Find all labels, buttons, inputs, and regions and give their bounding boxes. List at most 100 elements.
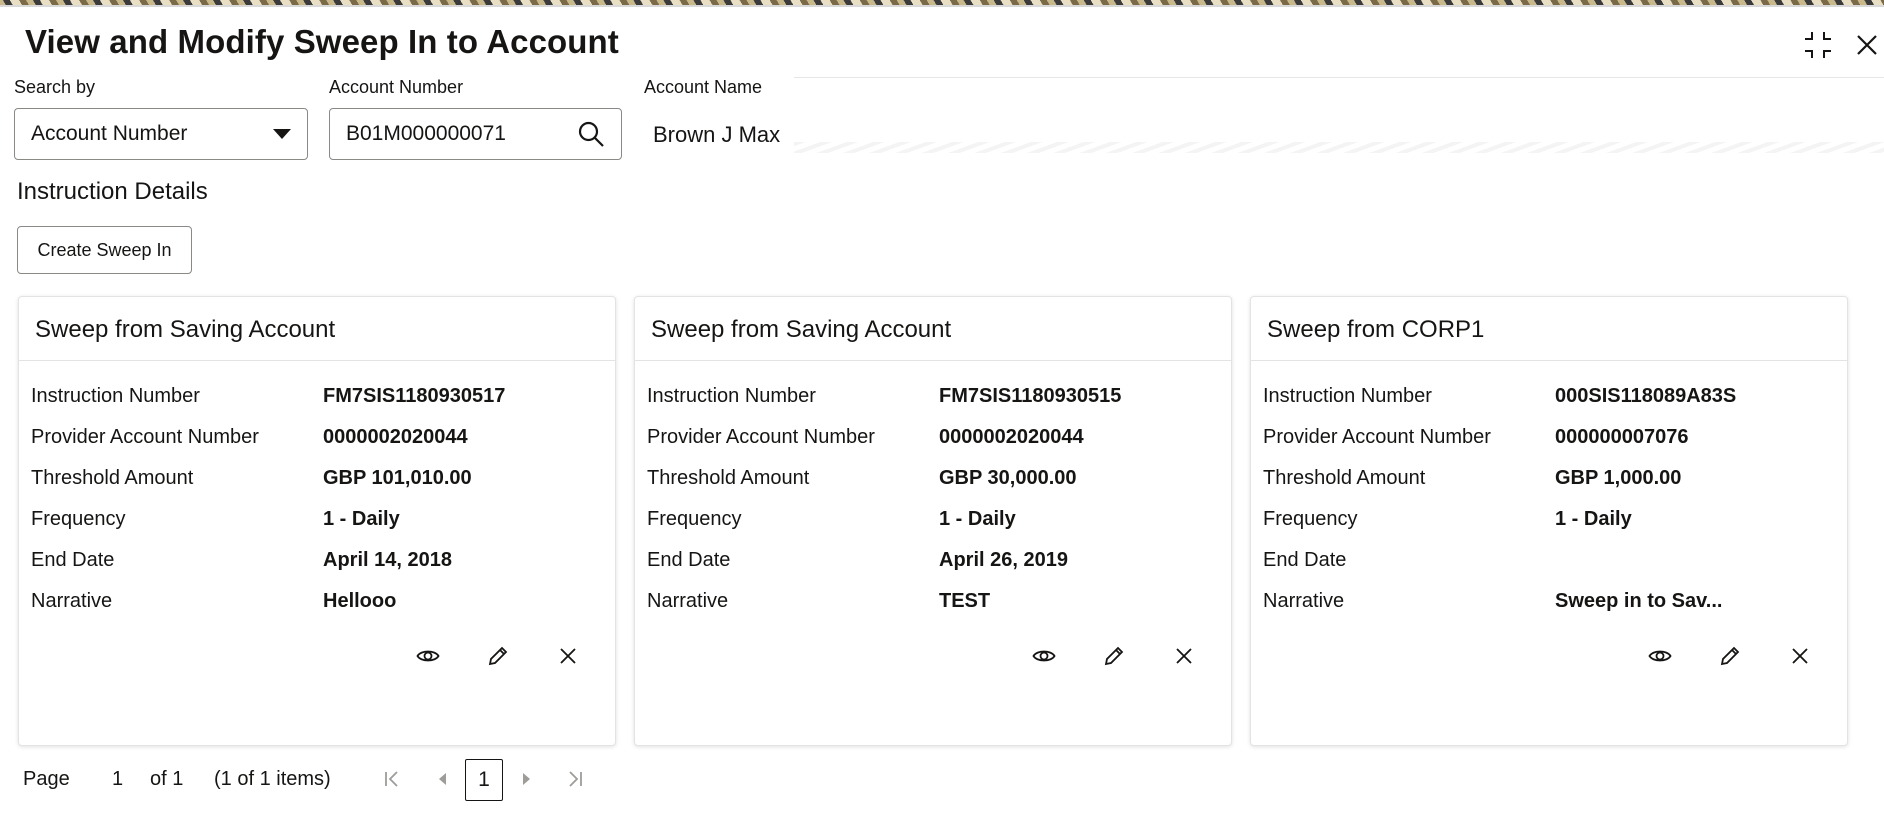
close-icon[interactable]	[1785, 641, 1815, 671]
pagination-bar: Page 1 of 1 (1 of 1 items) 1	[0, 757, 800, 803]
card-actions	[19, 641, 617, 671]
search-by-select[interactable]: Account Number	[14, 108, 308, 160]
provider-account-row: Provider Account Number 0000002020044	[31, 426, 601, 456]
items-count-label: (1 of 1 items)	[214, 768, 331, 790]
frequency-value: 1 - Daily	[1555, 508, 1632, 530]
account-number-input[interactable]: B01M000000071	[329, 108, 622, 160]
search-icon[interactable]	[577, 120, 605, 148]
eye-icon[interactable]	[1029, 641, 1059, 671]
frequency-value: 1 - Daily	[939, 508, 1016, 530]
previous-page-icon[interactable]	[428, 765, 456, 793]
narrative-value: Hellooo	[323, 590, 397, 612]
frequency-row: Frequency 1 - Daily	[647, 508, 1217, 538]
card-actions	[1251, 641, 1849, 671]
provider-account-value: 000000007076	[1555, 426, 1689, 448]
last-page-icon[interactable]	[561, 765, 589, 793]
page-of-label: of 1	[150, 768, 184, 790]
card-title: Sweep from Saving Account	[651, 316, 952, 343]
narrative-value: Sweep in to Sav...	[1555, 590, 1723, 612]
narrative-label: Narrative	[31, 590, 113, 612]
threshold-amount-label: Threshold Amount	[31, 467, 194, 489]
account-name-value: Brown J Max	[653, 122, 781, 147]
narrative-row: Narrative Sweep in to Sav...	[1263, 590, 1833, 620]
top-decorative-strip	[0, 0, 1884, 7]
provider-account-label: Provider Account Number	[31, 426, 259, 448]
narrative-label: Narrative	[647, 590, 729, 612]
instruction-number-row: Instruction Number 000SIS118089A83S	[1263, 385, 1833, 415]
threshold-amount-row: Threshold Amount GBP 1,000.00	[1263, 467, 1833, 497]
card-title: Sweep from Saving Account	[35, 316, 336, 343]
close-icon[interactable]	[1849, 27, 1884, 63]
card-divider	[1251, 360, 1847, 361]
current-page-button[interactable]: 1	[465, 759, 503, 801]
frequency-label: Frequency	[647, 508, 742, 530]
provider-account-value: 0000002020044	[939, 426, 1084, 448]
provider-account-row: Provider Account Number 000000007076	[1263, 426, 1833, 456]
eye-icon[interactable]	[1645, 641, 1675, 671]
pencil-icon[interactable]	[1715, 641, 1745, 671]
header-divider	[794, 77, 1884, 78]
instruction-details-heading: Instruction Details	[17, 178, 208, 205]
create-sweep-in-button[interactable]: Create Sweep In	[17, 226, 192, 274]
end-date-row: End Date April 26, 2019	[647, 549, 1217, 579]
card-title: Sweep from CORP1	[1267, 316, 1485, 343]
narrative-value: TEST	[939, 590, 991, 612]
chevron-down-icon	[273, 129, 291, 139]
next-page-icon[interactable]	[513, 765, 541, 793]
eye-icon[interactable]	[413, 641, 443, 671]
frequency-label: Frequency	[1263, 508, 1358, 530]
sweep-instruction-card: Sweep from Saving Account Instruction Nu…	[634, 296, 1232, 746]
card-actions	[635, 641, 1233, 671]
provider-account-value: 0000002020044	[323, 426, 468, 448]
threshold-amount-row: Threshold Amount GBP 101,010.00	[31, 467, 601, 497]
card-divider	[635, 360, 1231, 361]
frequency-row: Frequency 1 - Daily	[31, 508, 601, 538]
end-date-value: April 26, 2019	[939, 549, 1068, 571]
instruction-number-value: FM7SIS1180930517	[323, 385, 506, 407]
pencil-icon[interactable]	[483, 641, 513, 671]
instruction-number-value: 000SIS118089A83S	[1555, 385, 1737, 407]
end-date-label: End Date	[1263, 549, 1347, 571]
account-number-label: Account Number	[329, 77, 464, 97]
narrative-label: Narrative	[1263, 590, 1345, 612]
close-icon[interactable]	[1169, 641, 1199, 671]
pencil-icon[interactable]	[1099, 641, 1129, 671]
first-page-icon[interactable]	[378, 765, 406, 793]
instruction-number-row: Instruction Number FM7SIS1180930517	[31, 385, 601, 415]
sweep-instruction-card: Sweep from CORP1 Instruction Number 000S…	[1250, 296, 1848, 746]
end-date-row: End Date April 14, 2018	[31, 549, 601, 579]
end-date-label: End Date	[31, 549, 115, 571]
threshold-amount-label: Threshold Amount	[1263, 467, 1426, 489]
decorative-hatch	[794, 142, 1884, 153]
account-name-label: Account Name	[644, 77, 763, 97]
page-number-input[interactable]: 1	[112, 768, 123, 791]
threshold-amount-value: GBP 101,010.00	[323, 467, 472, 489]
card-divider	[19, 360, 615, 361]
window-header: View and Modify Sweep In to Account	[0, 7, 1884, 77]
search-by-value: Account Number	[31, 122, 188, 145]
provider-account-label: Provider Account Number	[1263, 426, 1491, 448]
close-icon[interactable]	[553, 641, 583, 671]
threshold-amount-row: Threshold Amount GBP 30,000.00	[647, 467, 1217, 497]
threshold-amount-label: Threshold Amount	[647, 467, 810, 489]
provider-account-label: Provider Account Number	[647, 426, 875, 448]
frequency-label: Frequency	[31, 508, 126, 530]
provider-account-row: Provider Account Number 0000002020044	[647, 426, 1217, 456]
page-title: View and Modify Sweep In to Account	[25, 23, 619, 60]
end-date-row: End Date	[1263, 549, 1833, 579]
narrative-row: Narrative Hellooo	[31, 590, 601, 620]
page-label: Page	[23, 768, 70, 790]
instruction-number-label: Instruction Number	[647, 385, 816, 407]
instruction-number-value: FM7SIS1180930515	[939, 385, 1122, 407]
instruction-number-label: Instruction Number	[1263, 385, 1432, 407]
end-date-label: End Date	[647, 549, 731, 571]
instruction-number-row: Instruction Number FM7SIS1180930515	[647, 385, 1217, 415]
threshold-amount-value: GBP 30,000.00	[939, 467, 1077, 489]
end-date-value: April 14, 2018	[323, 549, 452, 571]
frequency-row: Frequency 1 - Daily	[1263, 508, 1833, 538]
frequency-value: 1 - Daily	[323, 508, 400, 530]
threshold-amount-value: GBP 1,000.00	[1555, 467, 1682, 489]
minimize-icon[interactable]	[1800, 27, 1836, 63]
narrative-row: Narrative TEST	[647, 590, 1217, 620]
account-number-value: B01M000000071	[346, 122, 506, 145]
